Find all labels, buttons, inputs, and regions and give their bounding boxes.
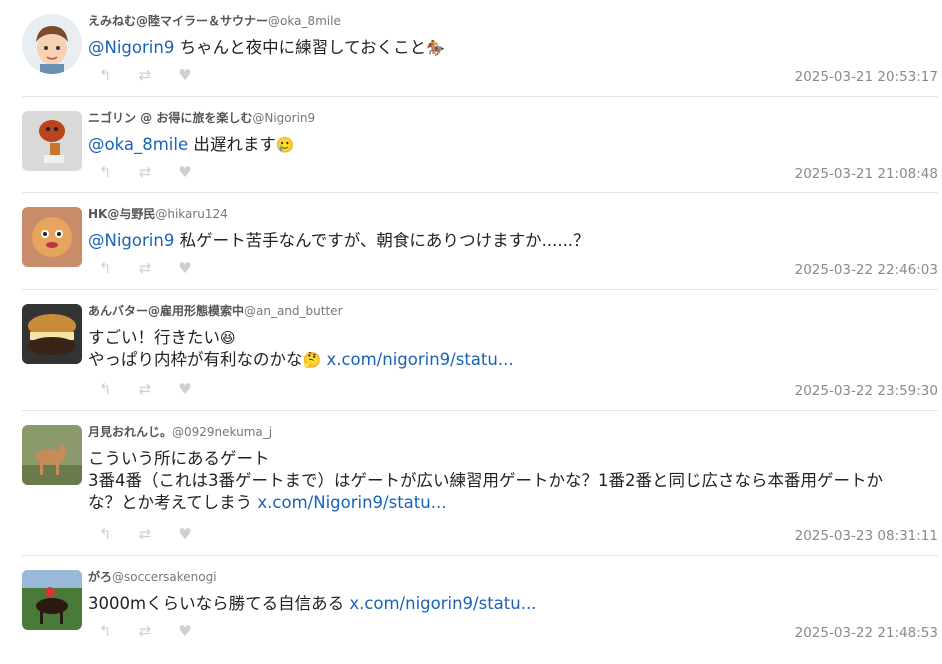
author-handle[interactable]: @Nigorin9 — [252, 111, 315, 125]
status-link[interactable]: x.com/nigorin9/statu... — [326, 350, 513, 369]
tweet-actions: ↰ ⇄ ♥ — [96, 525, 194, 543]
tweet-item: あんバター@雇用形態模索中@an_and_butter すごい！行きたい😆 やっ… — [22, 290, 938, 411]
tweet-item: がろ@soccersakenogi 3000mくらいなら勝てる自信ある x.co… — [22, 556, 938, 664]
author-handle[interactable]: @hikaru124 — [155, 207, 227, 221]
emoji: 🤔 — [302, 351, 322, 369]
tweet-text: @oka_8mile 出遅れます🥲 — [88, 135, 295, 154]
tweet-text: こういう所にあるゲート 3番4番（これは3番ゲートまで）はゲートが広い練習用ゲー… — [88, 449, 883, 512]
tweet-actions: ↰ ⇄ ♥ — [96, 622, 194, 640]
timestamp[interactable]: 2025-03-22 22:46:03 — [795, 262, 938, 278]
tweet-header: HK@与野民@hikaru124 — [88, 205, 228, 222]
avatar[interactable] — [22, 425, 82, 485]
retweet-icon[interactable]: ⇄ — [136, 66, 154, 84]
tweet-text: すごい！行きたい😆 やっぱり内枠が有利なのかな🤔 x.com/nigorin9/… — [88, 328, 514, 369]
reply-icon[interactable]: ↰ — [96, 163, 114, 181]
author-name[interactable]: ニゴリン @ お得に旅を楽しむ — [88, 111, 252, 125]
tweet-item: HK@与野民@hikaru124 @Nigorin9 私ゲート苦手なんですが、朝… — [22, 193, 938, 290]
status-link[interactable]: x.com/Nigorin9/statu... — [257, 493, 446, 512]
retweet-icon[interactable]: ⇄ — [136, 525, 154, 543]
avatar[interactable] — [22, 207, 82, 267]
timestamp[interactable]: 2025-03-21 21:08:48 — [795, 166, 938, 182]
like-icon[interactable]: ♥ — [176, 525, 194, 543]
tweet-header: あんバター@雇用形態模索中@an_and_butter — [88, 302, 343, 319]
author-handle[interactable]: @0929nekuma_j — [172, 425, 272, 439]
tweet-actions: ↰ ⇄ ♥ — [96, 259, 194, 277]
tweet-header: 月見おれんじ。@0929nekuma_j — [88, 423, 272, 440]
timestamp[interactable]: 2025-03-21 20:53:17 — [795, 69, 938, 85]
timestamp[interactable]: 2025-03-22 21:48:53 — [795, 625, 938, 641]
tweet-header: えみねむ@陸マイラー＆サウナー@oka_8mile — [88, 12, 341, 29]
tweet-actions: ↰ ⇄ ♥ — [96, 380, 194, 398]
author-handle[interactable]: @oka_8mile — [268, 14, 341, 28]
timestamp[interactable]: 2025-03-22 23:59:30 — [795, 383, 938, 399]
like-icon[interactable]: ♥ — [176, 66, 194, 84]
avatar[interactable] — [22, 111, 82, 171]
mention-link[interactable]: @oka_8mile — [88, 135, 188, 154]
tweet-header: ニゴリン @ お得に旅を楽しむ@Nigorin9 — [88, 109, 315, 126]
like-icon[interactable]: ♥ — [176, 380, 194, 398]
retweet-icon[interactable]: ⇄ — [136, 622, 154, 640]
tweet-item: ニゴリン @ お得に旅を楽しむ@Nigorin9 @oka_8mile 出遅れま… — [22, 97, 938, 193]
author-handle[interactable]: @soccersakenogi — [112, 570, 217, 584]
tweet-item: えみねむ@陸マイラー＆サウナー@oka_8mile @Nigorin9 ちゃんと… — [22, 0, 938, 97]
tweet-text: @Nigorin9 私ゲート苦手なんですが、朝食にありつけますか......？ — [88, 231, 590, 250]
author-name[interactable]: がろ — [88, 570, 112, 584]
author-name[interactable]: HK@与野民 — [88, 207, 155, 221]
reply-icon[interactable]: ↰ — [96, 525, 114, 543]
emoji: 🏇 — [426, 39, 445, 57]
like-icon[interactable]: ♥ — [176, 163, 194, 181]
retweet-icon[interactable]: ⇄ — [136, 259, 154, 277]
retweet-icon[interactable]: ⇄ — [136, 380, 154, 398]
reply-icon[interactable]: ↰ — [96, 622, 114, 640]
timestamp[interactable]: 2025-03-23 08:31:11 — [795, 528, 938, 544]
mention-link[interactable]: @Nigorin9 — [88, 38, 174, 57]
author-handle[interactable]: @an_and_butter — [244, 304, 342, 318]
avatar[interactable] — [22, 570, 82, 630]
avatar[interactable] — [22, 14, 82, 74]
mention-link[interactable]: @Nigorin9 — [88, 231, 174, 250]
avatar[interactable] — [22, 304, 82, 364]
tweet-header: がろ@soccersakenogi — [88, 568, 217, 585]
reply-icon[interactable]: ↰ — [96, 259, 114, 277]
like-icon[interactable]: ♥ — [176, 259, 194, 277]
tweet-item: 月見おれんじ。@0929nekuma_j こういう所にあるゲート 3番4番（これ… — [22, 411, 938, 556]
tweet-actions: ↰ ⇄ ♥ — [96, 66, 194, 84]
tweet-text: @Nigorin9 ちゃんと夜中に練習しておくこと🏇 — [88, 38, 445, 57]
author-name[interactable]: えみねむ@陸マイラー＆サウナー — [88, 14, 268, 28]
status-link[interactable]: x.com/nigorin9/statu... — [349, 594, 536, 613]
reply-icon[interactable]: ↰ — [96, 66, 114, 84]
emoji: 😆 — [220, 329, 236, 347]
author-name[interactable]: あんバター@雇用形態模索中 — [88, 304, 244, 318]
retweet-icon[interactable]: ⇄ — [136, 163, 154, 181]
author-name[interactable]: 月見おれんじ。 — [88, 425, 172, 439]
emoji: 🥲 — [275, 136, 295, 154]
tweet-actions: ↰ ⇄ ♥ — [96, 163, 194, 181]
reply-icon[interactable]: ↰ — [96, 380, 114, 398]
tweet-text: 3000mくらいなら勝てる自信ある x.com/nigorin9/statu..… — [88, 594, 537, 613]
like-icon[interactable]: ♥ — [176, 622, 194, 640]
